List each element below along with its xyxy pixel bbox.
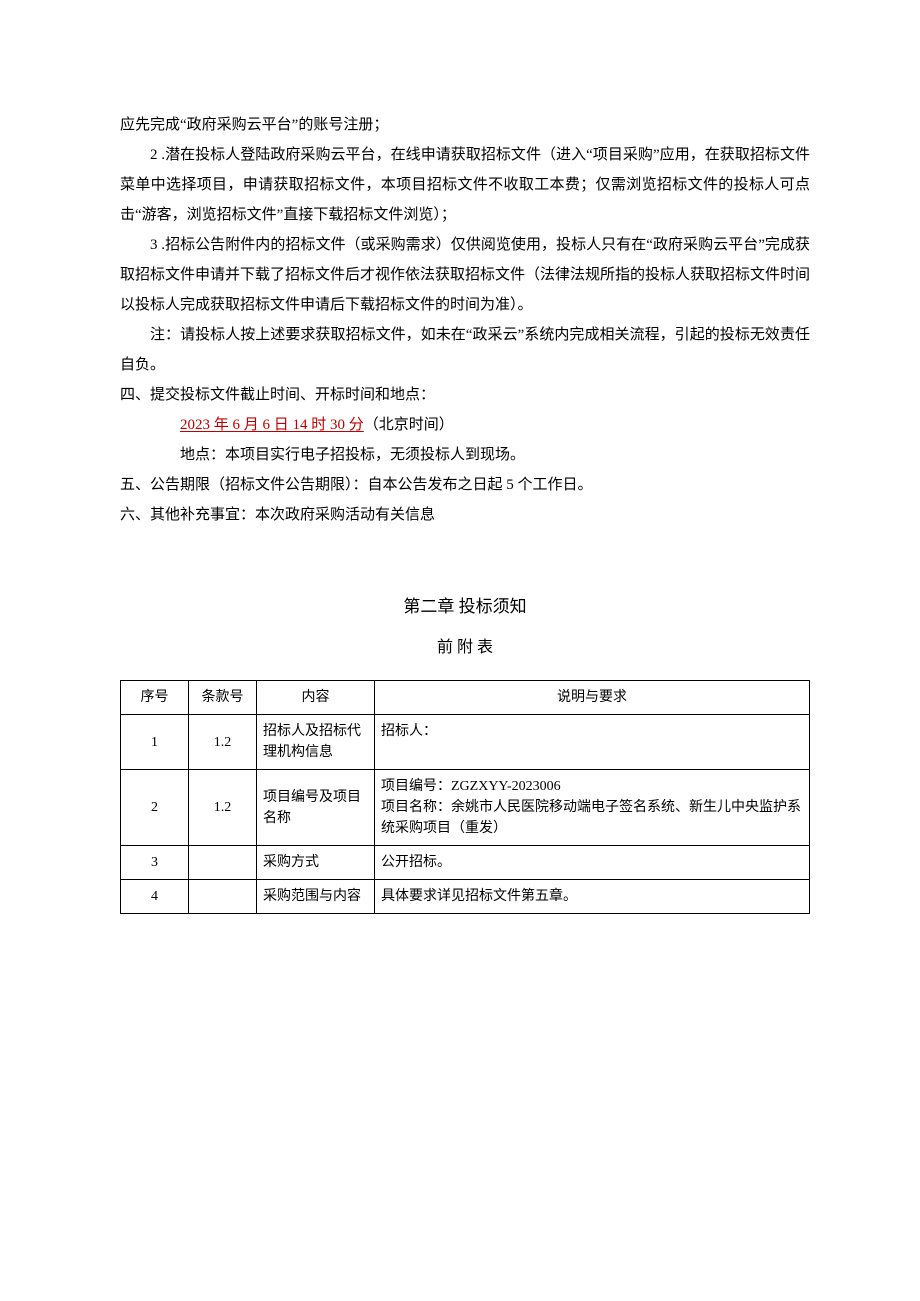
list-num-3: 3 xyxy=(150,237,158,253)
deadline-suffix: （北京时间） xyxy=(364,417,454,433)
paragraph-item-3: 3 .招标公告附件内的招标文件（或采购需求）仅供阅览使用，投标人只有在“政府采购… xyxy=(120,230,810,320)
cell-desc: 招标人： xyxy=(375,715,810,770)
list-num-2: 2 xyxy=(150,147,158,163)
th-clause: 条款号 xyxy=(189,681,257,715)
cell-content: 招标人及招标代理机构信息 xyxy=(257,715,375,770)
cell-desc: 具体要求详见招标文件第五章。 xyxy=(375,880,810,914)
table-row: 3 采购方式 公开招标。 xyxy=(121,846,810,880)
th-content: 内容 xyxy=(257,681,375,715)
cell-clause xyxy=(189,880,257,914)
section-4-location: 地点：本项目实行电子招投标，无须投标人到现场。 xyxy=(120,440,810,470)
cell-desc: 公开招标。 xyxy=(375,846,810,880)
cell-clause: 1.2 xyxy=(189,715,257,770)
th-desc: 说明与要求 xyxy=(375,681,810,715)
cell-clause xyxy=(189,846,257,880)
cell-seq: 4 xyxy=(121,880,189,914)
section-4-deadline-line: 2023 年 6 月 6 日 14 时 30 分（北京时间） xyxy=(120,410,810,440)
appendix-title: 前 附 表 xyxy=(120,632,810,664)
cell-content: 采购方式 xyxy=(257,846,375,880)
deadline-datetime: 2023 年 6 月 6 日 14 时 30 分 xyxy=(180,417,364,433)
cell-seq: 3 xyxy=(121,846,189,880)
cell-content: 采购范围与内容 xyxy=(257,880,375,914)
chapter-2-title: 第二章 投标须知 xyxy=(120,590,810,624)
paragraph-register: 应先完成“政府采购云平台”的账号注册； xyxy=(120,110,810,140)
paragraph-item-2: 2 .潜在投标人登陆政府采购云平台，在线申请获取招标文件（进入“项目采购”应用，… xyxy=(120,140,810,230)
cell-seq: 2 xyxy=(121,770,189,846)
section-6: 六、其他补充事宜：本次政府采购活动有关信息 xyxy=(120,500,810,530)
table-row: 4 采购范围与内容 具体要求详见招标文件第五章。 xyxy=(121,880,810,914)
th-seq: 序号 xyxy=(121,681,189,715)
section-4-heading: 四、提交投标文件截止时间、开标时间和地点： xyxy=(120,380,810,410)
section-5: 五、公告期限（招标文件公告期限）：自本公告发布之日起 5 个工作日。 xyxy=(120,470,810,500)
table-header-row: 序号 条款号 内容 说明与要求 xyxy=(121,681,810,715)
appendix-table: 序号 条款号 内容 说明与要求 1 1.2 招标人及招标代理机构信息 招标人： … xyxy=(120,680,810,914)
paragraph-note: 注：请投标人按上述要求获取招标文件，如未在“政采云”系统内完成相关流程，引起的投… xyxy=(120,320,810,380)
list-text-2: .潜在投标人登陆政府采购云平台，在线申请获取招标文件（进入“项目采购”应用，在获… xyxy=(120,147,810,223)
cell-content: 项目编号及项目名称 xyxy=(257,770,375,846)
cell-seq: 1 xyxy=(121,715,189,770)
cell-desc: 项目编号：ZGZXYY-2023006 项目名称：余姚市人民医院移动端电子签名系… xyxy=(375,770,810,846)
table-row: 2 1.2 项目编号及项目名称 项目编号：ZGZXYY-2023006 项目名称… xyxy=(121,770,810,846)
document-page: 应先完成“政府采购云平台”的账号注册； 2 .潜在投标人登陆政府采购云平台，在线… xyxy=(0,0,920,1301)
table-row: 1 1.2 招标人及招标代理机构信息 招标人： xyxy=(121,715,810,770)
cell-clause: 1.2 xyxy=(189,770,257,846)
list-text-3: .招标公告附件内的招标文件（或采购需求）仅供阅览使用，投标人只有在“政府采购云平… xyxy=(120,237,810,313)
